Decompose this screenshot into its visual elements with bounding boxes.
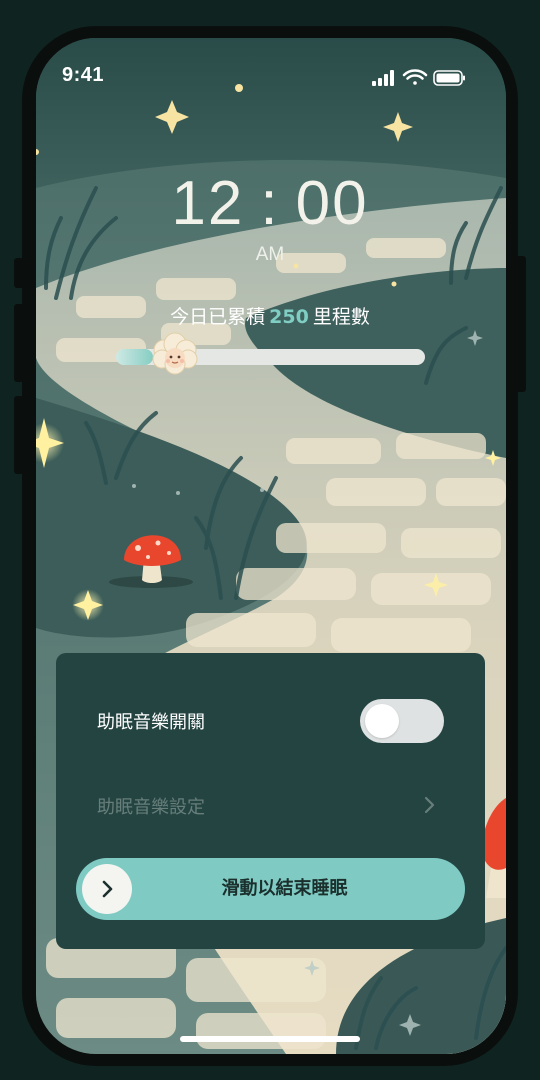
battery-icon xyxy=(433,70,465,86)
slide-to-end-label: 滑動以結束睡眠 xyxy=(221,878,348,899)
wifi-icon xyxy=(402,69,428,85)
sleep-clock: 12:00 xyxy=(0,168,540,239)
cellular-signal-icon xyxy=(372,70,394,86)
chevron-right-icon[interactable] xyxy=(422,796,436,814)
clock-minutes: 00 xyxy=(295,169,369,238)
mileage-value: 250 xyxy=(269,306,309,328)
chevron-right-icon xyxy=(102,880,113,898)
mileage-suffix: 里程數 xyxy=(312,306,370,328)
clock-hours: 12 xyxy=(171,169,245,238)
music-toggle-label: 助眠音樂開關 xyxy=(97,712,205,733)
slide-to-end-sleep-slider[interactable]: 滑動以結束睡眠 xyxy=(76,858,465,920)
status-icons xyxy=(372,69,465,86)
toggle-knob xyxy=(365,704,399,738)
clock-separator: : xyxy=(260,169,280,238)
music-settings-label[interactable]: 助眠音樂設定 xyxy=(97,793,205,819)
sleep-control-panel: 助眠音樂開關 助眠音樂設定 滑動以結束睡眠 xyxy=(56,653,485,949)
status-time: 9:41 xyxy=(62,64,105,86)
mileage-progress-fill xyxy=(116,349,154,365)
side-button-volume-down xyxy=(14,396,24,474)
sheep-avatar-icon xyxy=(152,332,198,375)
home-indicator[interactable] xyxy=(180,1036,360,1042)
clock-period: AM xyxy=(255,244,285,265)
slider-handle[interactable] xyxy=(82,864,132,914)
mileage-summary: 今日已累積 250 里程數 xyxy=(0,302,540,329)
mileage-prefix: 今日已累積 xyxy=(170,306,266,328)
music-toggle-switch[interactable] xyxy=(360,699,444,743)
